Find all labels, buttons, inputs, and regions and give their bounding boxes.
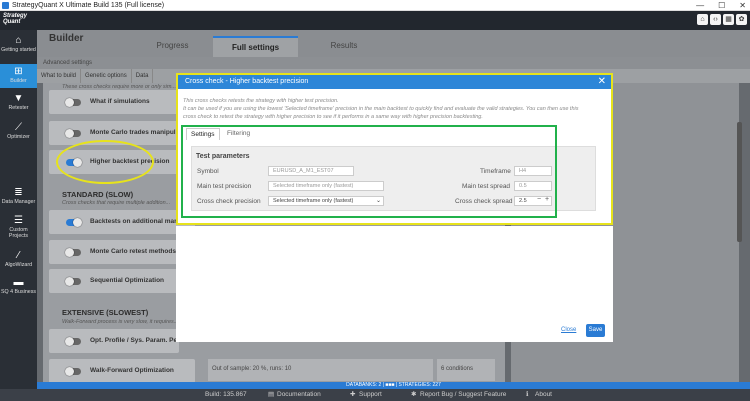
filter-icon: ▼ [13,93,24,104]
tab-full-settings[interactable]: Full settings [213,36,298,57]
bug-icon: ✱ [411,391,417,398]
close-link[interactable]: Close [561,327,576,333]
list-icon: ☰ [14,215,23,226]
section-extensive-desc: Walk-Forward process is very slow, it re… [62,319,179,325]
nav-algowizard[interactable]: ⁄ AlgoWizard [0,248,37,272]
toggle-monte-carlo-trades[interactable] [65,129,81,138]
build-label: Build: 135.867 [205,391,247,398]
home-icon: ⌂ [15,35,22,46]
check-label: Sequential Optimization [90,277,165,284]
section-standard-title: STANDARD (SLOW) [62,190,134,199]
about-link[interactable]: About [535,389,552,401]
window-title: StrategyQuant X Ultimate Build 135 (Full… [12,2,165,9]
check-label: Backtests on additional mar... [90,218,182,225]
nav-builder[interactable]: ⊞ Builder [0,64,37,88]
advanced-settings-label: Advanced settings [37,57,750,69]
check-label: Monte Carlo trades manipul... [90,129,182,136]
maximize-button[interactable]: ☐ [718,0,725,11]
subtab-data[interactable]: Data [132,69,154,83]
top-bar [0,11,750,30]
save-button[interactable]: Save [586,324,605,337]
tab-results[interactable]: Results [305,36,383,57]
toggle-monte-carlo-retest[interactable] [65,248,81,257]
wfo-summary: Out of sample: 20 %, runs: 10 [208,359,433,381]
left-navigation: ⌂ Getting started ⊞ Builder ▼ Retester ⟋… [0,30,37,401]
check-label: Monte Carlo retest methods [90,248,176,255]
dialog-body-lower [176,226,613,342]
briefcase-icon: ▬ [13,277,24,288]
toggle-what-if[interactable] [65,98,81,107]
close-icon[interactable]: ✕ [598,75,606,89]
wand-icon: ⁄ [17,250,20,261]
database-icon: ≣ [14,187,23,198]
subtab-genetic-options[interactable]: Genetic options [81,69,132,83]
section-extensive-title: EXTENSIVE (SLOWEST) [62,308,149,317]
tab-progress[interactable]: Progress [125,36,220,57]
wfo-conditions: 6 conditions [437,359,495,381]
status-bar: Build: 135.867 ▤ Documentation ✚ Support… [0,389,750,401]
app-icon [2,2,9,9]
app-logo: Strategy Quant [3,13,28,25]
report-link[interactable]: Report Bug / Suggest Feature [420,389,506,401]
highlight-ellipse [56,140,154,184]
subtab-what-to-build[interactable]: What to build [37,69,82,83]
close-window-button[interactable]: ✕ [739,0,746,11]
home-icon[interactable]: ⌂ [697,14,708,25]
check-label: Opt. Profile / Sys. Param. Per... [90,337,185,344]
doc-icon: ▤ [268,391,275,398]
info-icon: ℹ [526,391,529,398]
minimize-button[interactable]: — [696,0,704,11]
documentation-link[interactable]: Documentation [277,389,321,401]
check-label: What if simulations [90,98,150,105]
scrollbar[interactable] [737,122,742,242]
gear-icon[interactable]: ✿ [736,14,747,25]
toggle-sequential-optimization[interactable] [65,277,81,286]
support-icon: ✚ [350,391,356,398]
toggle-backtests-additional-markets[interactable] [66,218,82,227]
window-titlebar: StrategyQuant X Ultimate Build 135 (Full… [0,0,750,11]
nav-getting-started[interactable]: ⌂ Getting started [0,33,37,61]
grid-icon[interactable]: ▦ [723,14,734,25]
code-icon[interactable]: ‹› [710,14,721,25]
support-link[interactable]: Support [359,389,382,401]
dialog-title: Cross check - Higher backtest precision [178,75,611,89]
nav-custom-projects[interactable]: ☰ Custom Projects [0,213,37,243]
toggle-walk-forward[interactable] [65,367,81,376]
nav-sq4business[interactable]: ▬ SQ 4 Business [0,275,37,299]
toggle-opt-profile[interactable] [65,337,81,346]
nav-data-manager[interactable]: ≣ Data Manager [0,185,37,209]
nav-retester[interactable]: ▼ Retester [0,91,37,115]
nav-optimizer[interactable]: ⟋ Optimizer [0,120,37,144]
section-standard-desc: Cross checks that require multiple addit… [62,200,171,206]
builder-title: Builder [49,33,84,44]
dialog-description: This cross checks retests the strategy w… [183,98,579,120]
settings-highlight-box [181,125,557,218]
chart-icon: ⟋ [15,122,22,133]
plus-icon: ⊞ [14,66,23,77]
databank-strip: DATABANKS: 2 | ■■■ | STRATEGIES: 227 [37,382,750,389]
check-label: Walk-Forward Optimization [90,367,174,374]
